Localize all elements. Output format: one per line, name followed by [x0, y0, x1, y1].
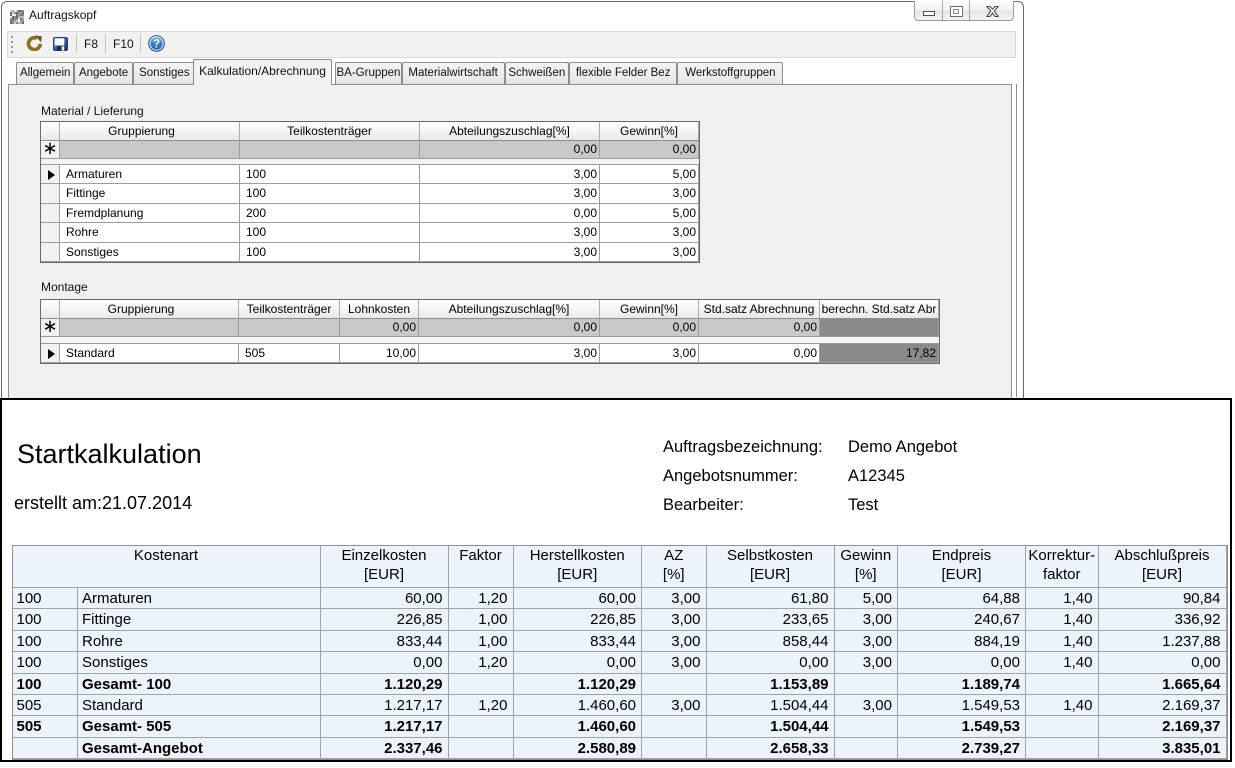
svg-text:?: ? [153, 39, 160, 51]
